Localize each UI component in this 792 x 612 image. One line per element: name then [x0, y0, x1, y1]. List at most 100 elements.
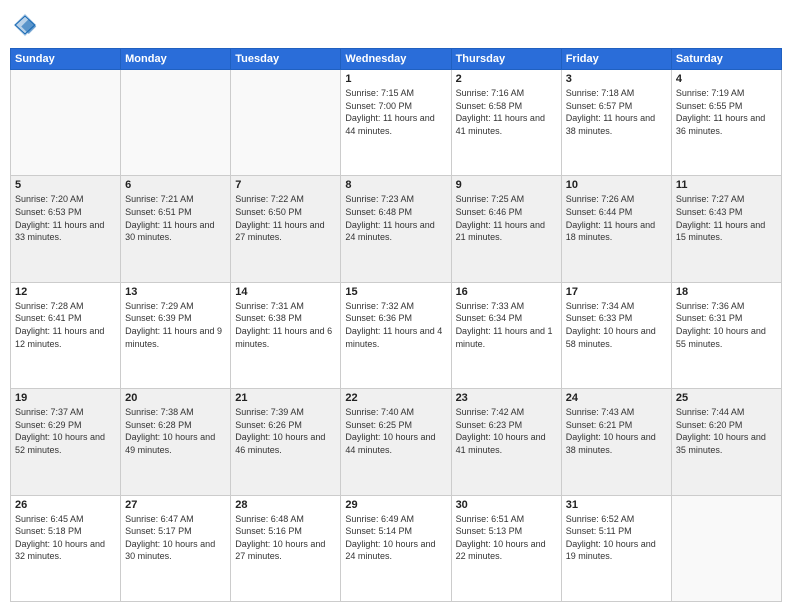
calendar-cell: 6Sunrise: 7:21 AM Sunset: 6:51 PM Daylig…: [121, 176, 231, 282]
day-number: 7: [235, 179, 336, 191]
day-info: Sunrise: 7:40 AM Sunset: 6:25 PM Dayligh…: [345, 406, 446, 456]
day-number: 22: [345, 392, 446, 404]
day-info: Sunrise: 7:44 AM Sunset: 6:20 PM Dayligh…: [676, 406, 777, 456]
calendar-cell: 22 Sunrise: 7:40 AM Sunset: 6:25 PM Dayli…: [341, 389, 451, 495]
day-info: Sunrise: 7:39 AM Sunset: 6:26 PM Dayligh…: [235, 406, 336, 456]
day-number: 18: [676, 286, 777, 298]
weekday-header: Sunday: [11, 49, 121, 70]
day-info: Sunrise: 7:23 AM Sunset: 6:48 PM Dayligh…: [345, 193, 446, 243]
day-info: Sunrise: 7:15 AM Sunset: 7:00 PM Dayligh…: [345, 87, 446, 137]
day-info: Sunrise: 7:27 AM Sunset: 6:43 PM Dayligh…: [676, 193, 777, 243]
day-info: Sunrise: 7:19 AM Sunset: 6:55 PM Dayligh…: [676, 87, 777, 137]
page: SundayMondayTuesdayWednesdayThursdayFrid…: [0, 0, 792, 612]
calendar-cell: 14 Sunrise: 7:31 AM Sunset: 6:38 PM Dayli…: [231, 282, 341, 388]
calendar-header-row: SundayMondayTuesdayWednesdayThursdayFrid…: [11, 49, 782, 70]
day-info: Sunrise: 7:21 AM Sunset: 6:51 PM Dayligh…: [125, 193, 226, 243]
day-number: 9: [456, 179, 557, 191]
day-info: Sunrise: 7:18 AM Sunset: 6:57 PM Dayligh…: [566, 87, 667, 137]
calendar-cell: 25 Sunrise: 7:44 AM Sunset: 6:20 PM Dayli…: [671, 389, 781, 495]
day-number: 30: [456, 499, 557, 511]
calendar-cell: 27 Sunrise: 6:47 AM Sunset: 5:17 PM Dayli…: [121, 495, 231, 601]
calendar-cell: 20 Sunrise: 7:38 AM Sunset: 6:28 PM Dayli…: [121, 389, 231, 495]
day-info: Sunrise: 7:34 AM Sunset: 6:33 PM Dayligh…: [566, 300, 667, 350]
day-info: Sunrise: 6:52 AM Sunset: 5:11 PM Dayligh…: [566, 513, 667, 563]
calendar-cell: 26 Sunrise: 6:45 AM Sunset: 5:18 PM Dayli…: [11, 495, 121, 601]
day-number: 31: [566, 499, 667, 511]
day-number: 15: [345, 286, 446, 298]
day-info: Sunrise: 7:25 AM Sunset: 6:46 PM Dayligh…: [456, 193, 557, 243]
calendar-cell: 23 Sunrise: 7:42 AM Sunset: 6:23 PM Dayli…: [451, 389, 561, 495]
calendar-cell: 24 Sunrise: 7:43 AM Sunset: 6:21 PM Dayli…: [561, 389, 671, 495]
calendar-cell: 28 Sunrise: 6:48 AM Sunset: 5:16 PM Dayli…: [231, 495, 341, 601]
day-number: 4: [676, 73, 777, 85]
day-info: Sunrise: 7:16 AM Sunset: 6:58 PM Dayligh…: [456, 87, 557, 137]
day-number: 27: [125, 499, 226, 511]
calendar-cell: 10 Sunrise: 7:26 AM Sunset: 6:44 PM Dayli…: [561, 176, 671, 282]
day-info: Sunrise: 7:37 AM Sunset: 6:29 PM Dayligh…: [15, 406, 116, 456]
logo: [10, 10, 44, 40]
day-number: 19: [15, 392, 116, 404]
day-info: Sunrise: 7:43 AM Sunset: 6:21 PM Dayligh…: [566, 406, 667, 456]
calendar-cell: 18 Sunrise: 7:36 AM Sunset: 6:31 PM Dayli…: [671, 282, 781, 388]
day-number: 2: [456, 73, 557, 85]
day-info: Sunrise: 7:28 AM Sunset: 6:41 PM Dayligh…: [15, 300, 116, 350]
day-number: 28: [235, 499, 336, 511]
day-info: Sunrise: 7:31 AM Sunset: 6:38 PM Dayligh…: [235, 300, 336, 350]
day-number: 29: [345, 499, 446, 511]
day-info: Sunrise: 6:48 AM Sunset: 5:16 PM Dayligh…: [235, 513, 336, 563]
calendar-cell: 11 Sunrise: 7:27 AM Sunset: 6:43 PM Dayli…: [671, 176, 781, 282]
weekday-header: Saturday: [671, 49, 781, 70]
calendar-cell: [11, 70, 121, 176]
day-number: 26: [15, 499, 116, 511]
day-number: 24: [566, 392, 667, 404]
calendar-cell: 16Sunrise: 7:33 AM Sunset: 6:34 PM Dayli…: [451, 282, 561, 388]
calendar-cell: 7Sunrise: 7:22 AM Sunset: 6:50 PM Daylig…: [231, 176, 341, 282]
weekday-header: Thursday: [451, 49, 561, 70]
weekday-header: Monday: [121, 49, 231, 70]
calendar-cell: 9 Sunrise: 7:25 AM Sunset: 6:46 PM Daylig…: [451, 176, 561, 282]
day-number: 12: [15, 286, 116, 298]
weekday-header: Friday: [561, 49, 671, 70]
day-number: 21: [235, 392, 336, 404]
day-number: 20: [125, 392, 226, 404]
calendar-cell: [231, 70, 341, 176]
day-number: 10: [566, 179, 667, 191]
day-number: 5: [15, 179, 116, 191]
calendar-cell: 1Sunrise: 7:15 AM Sunset: 7:00 PM Daylig…: [341, 70, 451, 176]
day-info: Sunrise: 7:42 AM Sunset: 6:23 PM Dayligh…: [456, 406, 557, 456]
day-info: Sunrise: 7:38 AM Sunset: 6:28 PM Dayligh…: [125, 406, 226, 456]
calendar-week-row: 5 Sunrise: 7:20 AM Sunset: 6:53 PM Daylig…: [11, 176, 782, 282]
calendar-cell: 8 Sunrise: 7:23 AM Sunset: 6:48 PM Daylig…: [341, 176, 451, 282]
day-info: Sunrise: 6:49 AM Sunset: 5:14 PM Dayligh…: [345, 513, 446, 563]
day-number: 11: [676, 179, 777, 191]
calendar-cell: 21 Sunrise: 7:39 AM Sunset: 6:26 PM Dayli…: [231, 389, 341, 495]
calendar-cell: [671, 495, 781, 601]
calendar-cell: 5 Sunrise: 7:20 AM Sunset: 6:53 PM Daylig…: [11, 176, 121, 282]
day-number: 8: [345, 179, 446, 191]
day-number: 14: [235, 286, 336, 298]
calendar-week-row: 1Sunrise: 7:15 AM Sunset: 7:00 PM Daylig…: [11, 70, 782, 176]
day-number: 17: [566, 286, 667, 298]
calendar-cell: 15Sunrise: 7:32 AM Sunset: 6:36 PM Dayli…: [341, 282, 451, 388]
calendar-cell: 2 Sunrise: 7:16 AM Sunset: 6:58 PM Daylig…: [451, 70, 561, 176]
day-info: Sunrise: 7:33 AM Sunset: 6:34 PM Dayligh…: [456, 300, 557, 350]
calendar-cell: 12 Sunrise: 7:28 AM Sunset: 6:41 PM Dayli…: [11, 282, 121, 388]
day-number: 23: [456, 392, 557, 404]
day-info: Sunrise: 6:51 AM Sunset: 5:13 PM Dayligh…: [456, 513, 557, 563]
calendar-cell: 17 Sunrise: 7:34 AM Sunset: 6:33 PM Dayli…: [561, 282, 671, 388]
day-info: Sunrise: 6:45 AM Sunset: 5:18 PM Dayligh…: [15, 513, 116, 563]
day-info: Sunrise: 6:47 AM Sunset: 5:17 PM Dayligh…: [125, 513, 226, 563]
day-info: Sunrise: 7:20 AM Sunset: 6:53 PM Dayligh…: [15, 193, 116, 243]
calendar-cell: 3Sunrise: 7:18 AM Sunset: 6:57 PM Daylig…: [561, 70, 671, 176]
weekday-header: Tuesday: [231, 49, 341, 70]
calendar-week-row: 12 Sunrise: 7:28 AM Sunset: 6:41 PM Dayli…: [11, 282, 782, 388]
calendar-cell: 13Sunrise: 7:29 AM Sunset: 6:39 PM Dayli…: [121, 282, 231, 388]
day-info: Sunrise: 7:36 AM Sunset: 6:31 PM Dayligh…: [676, 300, 777, 350]
day-info: Sunrise: 7:29 AM Sunset: 6:39 PM Dayligh…: [125, 300, 226, 350]
day-info: Sunrise: 7:26 AM Sunset: 6:44 PM Dayligh…: [566, 193, 667, 243]
calendar-cell: 30 Sunrise: 6:51 AM Sunset: 5:13 PM Dayli…: [451, 495, 561, 601]
day-number: 25: [676, 392, 777, 404]
calendar-table: SundayMondayTuesdayWednesdayThursdayFrid…: [10, 48, 782, 602]
calendar-cell: [121, 70, 231, 176]
calendar-cell: 29 Sunrise: 6:49 AM Sunset: 5:14 PM Dayli…: [341, 495, 451, 601]
